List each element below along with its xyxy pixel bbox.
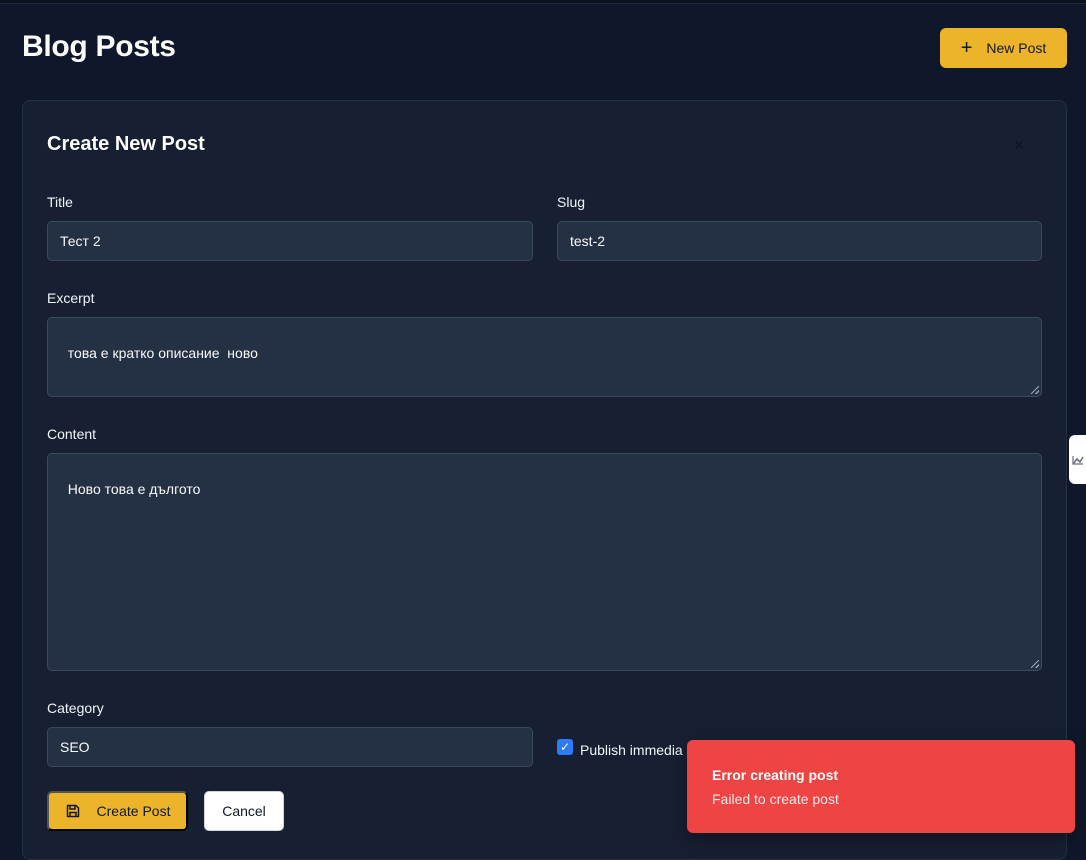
create-post-label: Create Post (96, 803, 171, 819)
cancel-button[interactable]: Cancel (204, 791, 284, 831)
page-title: Blog Posts (22, 30, 176, 63)
toast-message: Failed to create post (712, 791, 839, 807)
create-post-button[interactable]: Create Post (47, 791, 188, 831)
excerpt-text: това е кратко описание ново (67, 345, 258, 361)
close-icon[interactable]: × (1010, 136, 1028, 154)
title-input[interactable]: Тест 2 (47, 221, 533, 261)
slug-label: Slug (557, 194, 586, 210)
form-heading: Create New Post (47, 133, 205, 155)
slug-input[interactable]: test-2 (557, 221, 1042, 261)
top-border (0, 0, 1086, 4)
title-label: Title (47, 194, 73, 210)
publish-label: Publish immedia (580, 742, 683, 758)
new-post-label: New Post (986, 40, 1047, 56)
publish-checkbox[interactable]: ✓ (557, 739, 573, 755)
excerpt-label: Excerpt (47, 290, 95, 306)
side-tab[interactable] (1069, 435, 1086, 484)
category-input[interactable]: SEO (47, 727, 533, 767)
content-textarea[interactable]: Ново това е дългото (47, 453, 1042, 671)
resize-handle[interactable] (1031, 660, 1039, 668)
excerpt-textarea[interactable]: това е кратко описание ново (47, 317, 1042, 397)
save-icon (66, 804, 79, 818)
content-text: Ново това е дългото (67, 481, 201, 497)
plus-icon: + (960, 37, 973, 59)
expand-icon (1072, 455, 1084, 465)
toast-title: Error creating post (712, 767, 839, 783)
error-toast: Error creating post Failed to create pos… (687, 740, 1075, 833)
new-post-button[interactable]: + New Post (940, 28, 1067, 68)
category-label: Category (47, 700, 104, 716)
resize-handle[interactable] (1031, 386, 1039, 394)
content-label: Content (47, 426, 97, 442)
